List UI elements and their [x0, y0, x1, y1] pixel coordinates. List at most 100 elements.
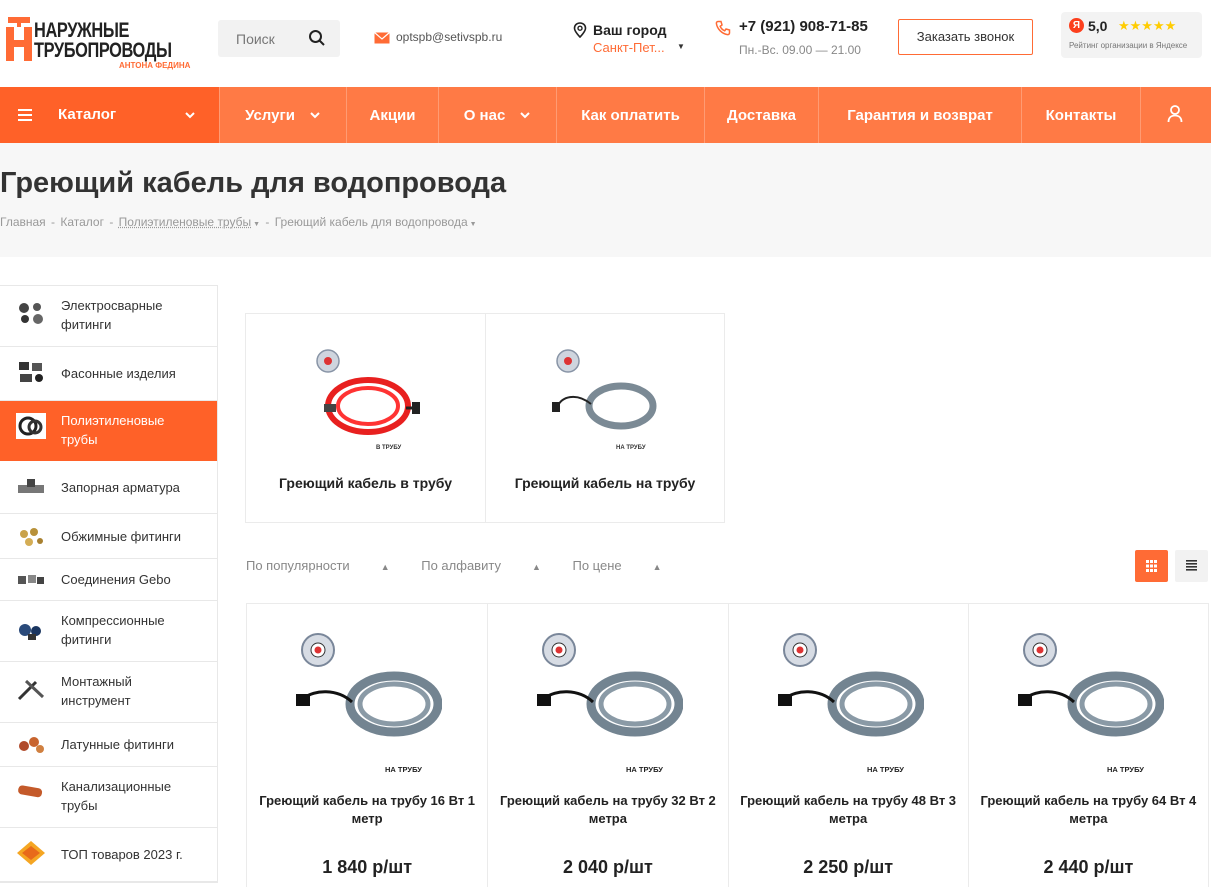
- heating-cable-on-pipe-image: НА ТРУБУ: [552, 349, 657, 451]
- sidebar-item-electrofusion-fittings[interactable]: Электросварные фитинги: [0, 286, 217, 347]
- product-name[interactable]: Греющий кабель на трубу 16 Вт 1 метр: [257, 792, 477, 828]
- sidebar-item-top-2023[interactable]: ТОП товаров 2023 г.: [0, 828, 217, 882]
- breadcrumb-item-current: Греющий кабель для водопровода: [274, 215, 468, 229]
- product-price: 1 840 р/шт: [322, 857, 413, 877]
- sidebar-item-label: Компрессионные фитинги: [61, 613, 165, 647]
- nav-item-label: Услуги: [245, 106, 295, 124]
- nav-item-label: Как оплатить: [581, 106, 680, 124]
- sidebar-item-compression-fittings[interactable]: Обжимные фитинги: [0, 514, 217, 559]
- sidebar-item-valves[interactable]: Запорная арматура: [0, 461, 217, 514]
- subcategory-name[interactable]: Греющий кабель на трубу: [486, 475, 724, 491]
- nav-item-payment[interactable]: Как оплатить: [556, 87, 704, 143]
- sidebar-item-compression[interactable]: Компрессионные фитинги: [0, 601, 217, 662]
- subcategory-card[interactable]: В ТРУБУ Греющий кабель в трубу: [246, 314, 485, 522]
- grid-view-button[interactable]: [1135, 550, 1168, 582]
- phone-number[interactable]: +7 (921) 908-71-85: [739, 18, 868, 35]
- email-text: optspb@setivspb.ru: [396, 30, 503, 44]
- crimp-fittings-thumbnail-icon: [20, 528, 43, 546]
- product-card[interactable]: НА ТРУБУ Греющий кабель на трубу 64 Вт 4…: [967, 604, 1208, 887]
- yandex-rating-widget[interactable]: Я 5,0 ★★★★★ Рейтинг организации в Яндекс…: [1061, 12, 1202, 58]
- fittings-thumbnail-icon: [19, 303, 43, 324]
- caret-down-icon[interactable]: ▼: [253, 221, 260, 228]
- shaped-products-thumbnail-icon: [19, 362, 43, 382]
- email-link[interactable]: optspb@setivspb.ru: [374, 30, 502, 44]
- chevron-down-icon: [310, 112, 320, 119]
- sidebar-item-shaped-products[interactable]: Фасонные изделия: [0, 347, 217, 401]
- city-value[interactable]: Санкт-Пет...: [593, 40, 665, 55]
- nav-user-button[interactable]: [1140, 87, 1211, 143]
- sort-arrow-icon: ▲: [652, 562, 662, 572]
- sort-by-price[interactable]: По цене ▲: [573, 558, 662, 573]
- breadcrumb-item[interactable]: Полиэтиленовые трубы: [119, 215, 251, 229]
- product-image: НА ТРУБУ: [1017, 633, 1164, 774]
- city-dropdown-icon[interactable]: ▼: [677, 42, 685, 51]
- product-price: 2 040 р/шт: [562, 857, 653, 877]
- product-card[interactable]: НА ТРУБУ Греющий кабель на трубу 48 Вт 3…: [727, 604, 968, 887]
- subcategory-image-caption: В ТРУБУ: [376, 445, 401, 451]
- sidebar-item-tools[interactable]: Монтажный инструмент: [0, 662, 217, 723]
- main-nav: Каталог Услуги Акции О нас Как оплатить …: [0, 87, 1211, 143]
- sort-by-alphabet[interactable]: По алфавиту ▲: [421, 558, 541, 573]
- list-view-button[interactable]: [1175, 550, 1208, 582]
- caret-down-icon[interactable]: ▼: [470, 221, 477, 228]
- sort-option-label: По популярности: [246, 558, 350, 573]
- product-card[interactable]: НА ТРУБУ Греющий кабель на трубу 16 Вт 1…: [247, 604, 487, 887]
- sort-option-label: По алфавиту: [421, 558, 501, 573]
- yandex-logo-icon: Я: [1069, 18, 1084, 33]
- chevron-down-icon: [520, 112, 531, 119]
- rating-stars-icon: ★★★★★: [1118, 18, 1177, 33]
- sewer-pipes-thumbnail-icon: [18, 785, 43, 798]
- sidebar-item-brass-fittings[interactable]: Латунные фитинги: [0, 723, 217, 767]
- nav-item-label: Акции: [369, 106, 416, 124]
- product-image: НА ТРУБУ: [537, 633, 684, 774]
- chevron-down-icon: [185, 112, 195, 119]
- sidebar-item-label: Латунные фитинги: [61, 737, 174, 752]
- subcategory-grid: В ТРУБУ Греющий кабель в трубу НА ТРУБУ …: [245, 313, 725, 523]
- nav-item-label: Гарантия и возврат: [847, 106, 993, 124]
- subcategory-card[interactable]: НА ТРУБУ Греющий кабель на трубу: [485, 314, 724, 522]
- product-name[interactable]: Греющий кабель на трубу 64 Вт 4 метра: [979, 792, 1198, 828]
- callback-button[interactable]: Заказать звонок: [898, 19, 1033, 55]
- search-icon[interactable]: [308, 29, 326, 47]
- product-image-caption: НА ТРУБУ: [385, 765, 422, 774]
- sidebar-item-pe-pipes[interactable]: Полиэтиленовые трубы: [0, 401, 217, 461]
- search-input[interactable]: Поиск: [218, 20, 340, 57]
- sidebar-item-gebo[interactable]: Соединения Gebo: [0, 559, 217, 601]
- logo-line2: ТРУБОПРОВОДЫ: [34, 39, 172, 62]
- top-products-thumbnail-icon: [17, 841, 45, 865]
- product-image: НА ТРУБУ: [296, 633, 442, 774]
- nav-item-warranty[interactable]: Гарантия и возврат: [818, 87, 1021, 143]
- breadcrumb-item[interactable]: Каталог: [60, 215, 104, 229]
- breadcrumb-item[interactable]: Главная: [0, 215, 46, 229]
- product-image: НА ТРУБУ: [777, 633, 924, 774]
- product-card[interactable]: НА ТРУБУ Греющий кабель на трубу 32 Вт 2…: [487, 604, 727, 887]
- sidebar-item-label: Электросварные фитинги: [61, 298, 163, 332]
- nav-catalog-button[interactable]: Каталог: [0, 87, 219, 143]
- nav-item-promotions[interactable]: Акции: [346, 87, 438, 143]
- page-title-band: Греющий кабель для водопровода Главная -…: [0, 143, 1211, 257]
- sort-by-popularity[interactable]: По популярности ▲: [246, 558, 390, 573]
- nav-item-about[interactable]: О нас: [438, 87, 556, 143]
- heating-cable-in-pipe-image: В ТРУБУ: [316, 349, 420, 451]
- breadcrumb: Главная - Каталог - Полиэтиленовые трубы…: [0, 215, 477, 229]
- yandex-rating-value: 5,0: [1088, 18, 1108, 34]
- subcategory-name[interactable]: Греющий кабель в трубу: [246, 475, 485, 491]
- product-image-caption: НА ТРУБУ: [1107, 765, 1144, 774]
- product-name[interactable]: Греющий кабель на трубу 48 Вт 3 метра: [739, 792, 958, 828]
- nav-item-services[interactable]: Услуги: [219, 87, 346, 143]
- logo-line3: АНТОНА ФЕДИНА: [119, 61, 191, 70]
- sidebar-item-sewer-pipes[interactable]: Канализационные трубы: [0, 767, 217, 828]
- nav-item-delivery[interactable]: Доставка: [704, 87, 818, 143]
- search-placeholder: Поиск: [236, 31, 275, 47]
- product-name[interactable]: Греющий кабель на трубу 32 Вт 2 метра: [498, 792, 717, 828]
- nav-catalog-label: Каталог: [58, 106, 117, 123]
- product-price: 2 250 р/шт: [803, 857, 894, 877]
- working-hours: Пн.-Вс. 09.00 — 21.00: [739, 43, 861, 57]
- list-view-icon: [1186, 560, 1197, 571]
- site-header: НАРУЖНЫЕ ТРУБОПРОВОДЫ АНТОНА ФЕДИНА Поис…: [0, 0, 1211, 87]
- grid-view-icon: [1146, 560, 1157, 572]
- product-image-caption: НА ТРУБУ: [867, 765, 904, 774]
- site-logo[interactable]: НАРУЖНЫЕ ТРУБОПРОВОДЫ АНТОНА ФЕДИНА: [6, 13, 190, 71]
- nav-item-contacts[interactable]: Контакты: [1021, 87, 1140, 143]
- yandex-rating-caption: Рейтинг организации в Яндексе: [1069, 41, 1188, 50]
